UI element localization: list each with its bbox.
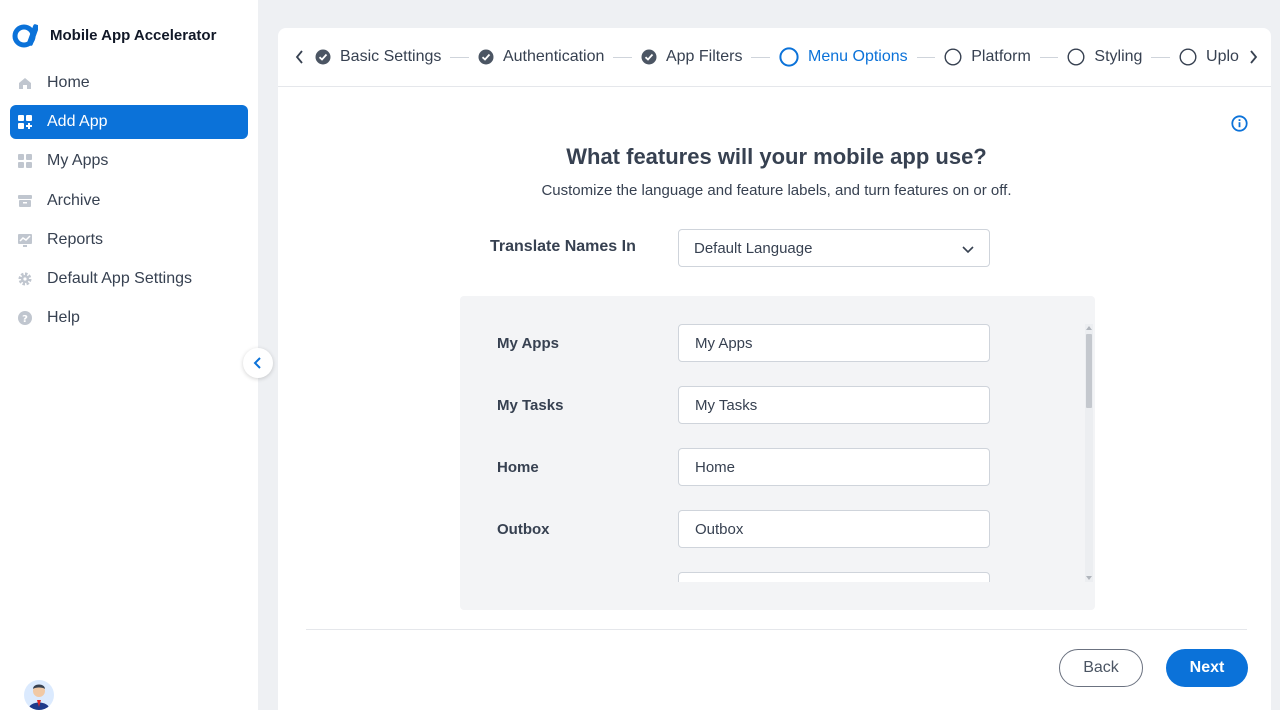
sidebar: Mobile App Accelerator Home Add App My A… [0, 0, 258, 710]
language-select-value: Default Language [694, 239, 813, 257]
user-name [64, 682, 136, 696]
sidebar-item-reports[interactable]: Reports [10, 223, 248, 257]
feature-label-input[interactable] [678, 386, 990, 424]
step-separator [450, 56, 469, 58]
step-label: Basic Settings [340, 48, 442, 65]
feature-name: Outbox [497, 521, 550, 538]
main-panel: Basic Settings Authentication App Filter… [278, 28, 1271, 710]
sidebar-nav: Home Add App My Apps Archive Reports Def… [10, 66, 248, 340]
sidebar-item-label: My Apps [47, 152, 109, 170]
check-circle-icon [478, 49, 494, 65]
next-button[interactable]: Next [1166, 649, 1248, 687]
help-icon: ? [17, 310, 33, 326]
back-button[interactable]: Back [1059, 649, 1143, 687]
feature-row-my-apps: My Apps [460, 324, 1080, 386]
feature-name: My Apps [497, 335, 559, 352]
user-role [64, 702, 168, 710]
feature-row-home: Home [460, 448, 1080, 510]
step-label: Uplo [1206, 48, 1239, 65]
sidebar-item-home[interactable]: Home [10, 66, 248, 100]
step-separator [751, 56, 771, 58]
step-label: Styling [1094, 48, 1143, 65]
sidebar-item-my-apps[interactable]: My Apps [10, 144, 248, 178]
chevron-right-icon [1250, 50, 1258, 64]
brand: Mobile App Accelerator [12, 22, 216, 48]
pending-circle-icon [1067, 48, 1085, 66]
sidebar-item-label: Reports [47, 230, 104, 248]
archive-icon [17, 193, 33, 209]
page-title: What features will your mobile app use? [566, 144, 987, 169]
pending-circle-icon [1179, 48, 1197, 66]
language-select[interactable]: Default Language [678, 229, 990, 267]
gear-icon [17, 271, 33, 287]
sidebar-item-label: Add App [47, 113, 108, 131]
feature-row-partial [460, 572, 1080, 582]
scroll-down-arrow-icon[interactable] [1085, 574, 1093, 582]
user-text [64, 682, 168, 710]
steps: Basic Settings Authentication App Filter… [315, 45, 1239, 69]
feature-name: Home [497, 459, 539, 476]
feature-row-my-tasks: My Tasks [460, 386, 1080, 448]
feature-label-input[interactable] [678, 572, 990, 582]
feature-label-input[interactable] [678, 448, 990, 486]
chevron-down-icon [962, 246, 974, 254]
scroll-up-arrow-icon[interactable] [1085, 324, 1093, 332]
scrollbar-thumb[interactable] [1086, 334, 1092, 408]
sidebar-item-archive[interactable]: Archive [10, 184, 248, 218]
stepper-next-button[interactable] [1245, 49, 1261, 65]
feature-list[interactable]: My Apps My Tasks Home Outbox [460, 324, 1080, 582]
step-authentication[interactable]: Authentication [478, 48, 604, 66]
step-label: Authentication [502, 48, 605, 65]
svg-text:?: ? [22, 314, 28, 325]
step-label: Menu Options [808, 48, 908, 65]
sidebar-item-label: Default App Settings [47, 269, 192, 287]
step-platform[interactable]: Platform [944, 48, 1031, 66]
feature-label-input[interactable] [678, 324, 990, 362]
check-circle-icon [315, 49, 331, 65]
sidebar-item-label: Home [47, 74, 90, 91]
sidebar-item-add-app[interactable]: Add App [10, 105, 248, 140]
sidebar-item-help[interactable]: ? Help [10, 301, 248, 335]
brand-logo-icon [12, 24, 38, 48]
step-basic-settings[interactable]: Basic Settings [315, 48, 441, 66]
step-label: Platform [971, 48, 1031, 65]
step-label: App Filters [665, 48, 743, 65]
page-subtitle: Customize the language and feature label… [541, 182, 1012, 199]
footer-divider [306, 629, 1247, 630]
step-upload[interactable]: Uplo [1179, 48, 1239, 66]
user-profile[interactable] [24, 680, 168, 710]
sidebar-item-label: Help [47, 309, 80, 327]
step-separator [613, 56, 632, 58]
translate-names-label: Translate Names In [490, 238, 636, 255]
chart-icon [17, 232, 33, 248]
check-circle-icon [641, 49, 657, 65]
chevron-left-icon [295, 50, 303, 64]
feature-list-scrollbar[interactable] [1085, 324, 1093, 582]
home-icon [17, 75, 33, 91]
sidebar-item-label: Archive [47, 191, 101, 209]
apps-grid-icon [17, 153, 33, 169]
step-separator [916, 56, 936, 58]
feature-labels-panel: My Apps My Tasks Home Outbox [460, 296, 1095, 610]
step-app-filters[interactable]: App Filters [641, 48, 742, 66]
avatar [24, 680, 54, 710]
chevron-left-icon [253, 357, 261, 369]
feature-name: My Tasks [497, 397, 564, 414]
step-styling[interactable]: Styling [1067, 48, 1142, 66]
info-icon[interactable] [1231, 115, 1248, 132]
pending-circle-icon [944, 48, 962, 66]
wizard-stepper: Basic Settings Authentication App Filter… [278, 28, 1271, 87]
sidebar-item-default-app-settings[interactable]: Default App Settings [10, 262, 248, 296]
sidebar-collapse-button[interactable] [243, 348, 273, 378]
step-separator [1039, 56, 1059, 58]
stepper-prev-button[interactable] [292, 49, 308, 65]
current-step-circle-icon [779, 47, 799, 67]
step-separator [1151, 56, 1171, 58]
add-app-grid-icon [17, 114, 33, 130]
feature-row-outbox: Outbox [460, 510, 1080, 572]
app-title: Mobile App Accelerator [50, 26, 217, 44]
step-menu-options[interactable]: Menu Options [779, 47, 908, 67]
feature-label-input[interactable] [678, 510, 990, 548]
